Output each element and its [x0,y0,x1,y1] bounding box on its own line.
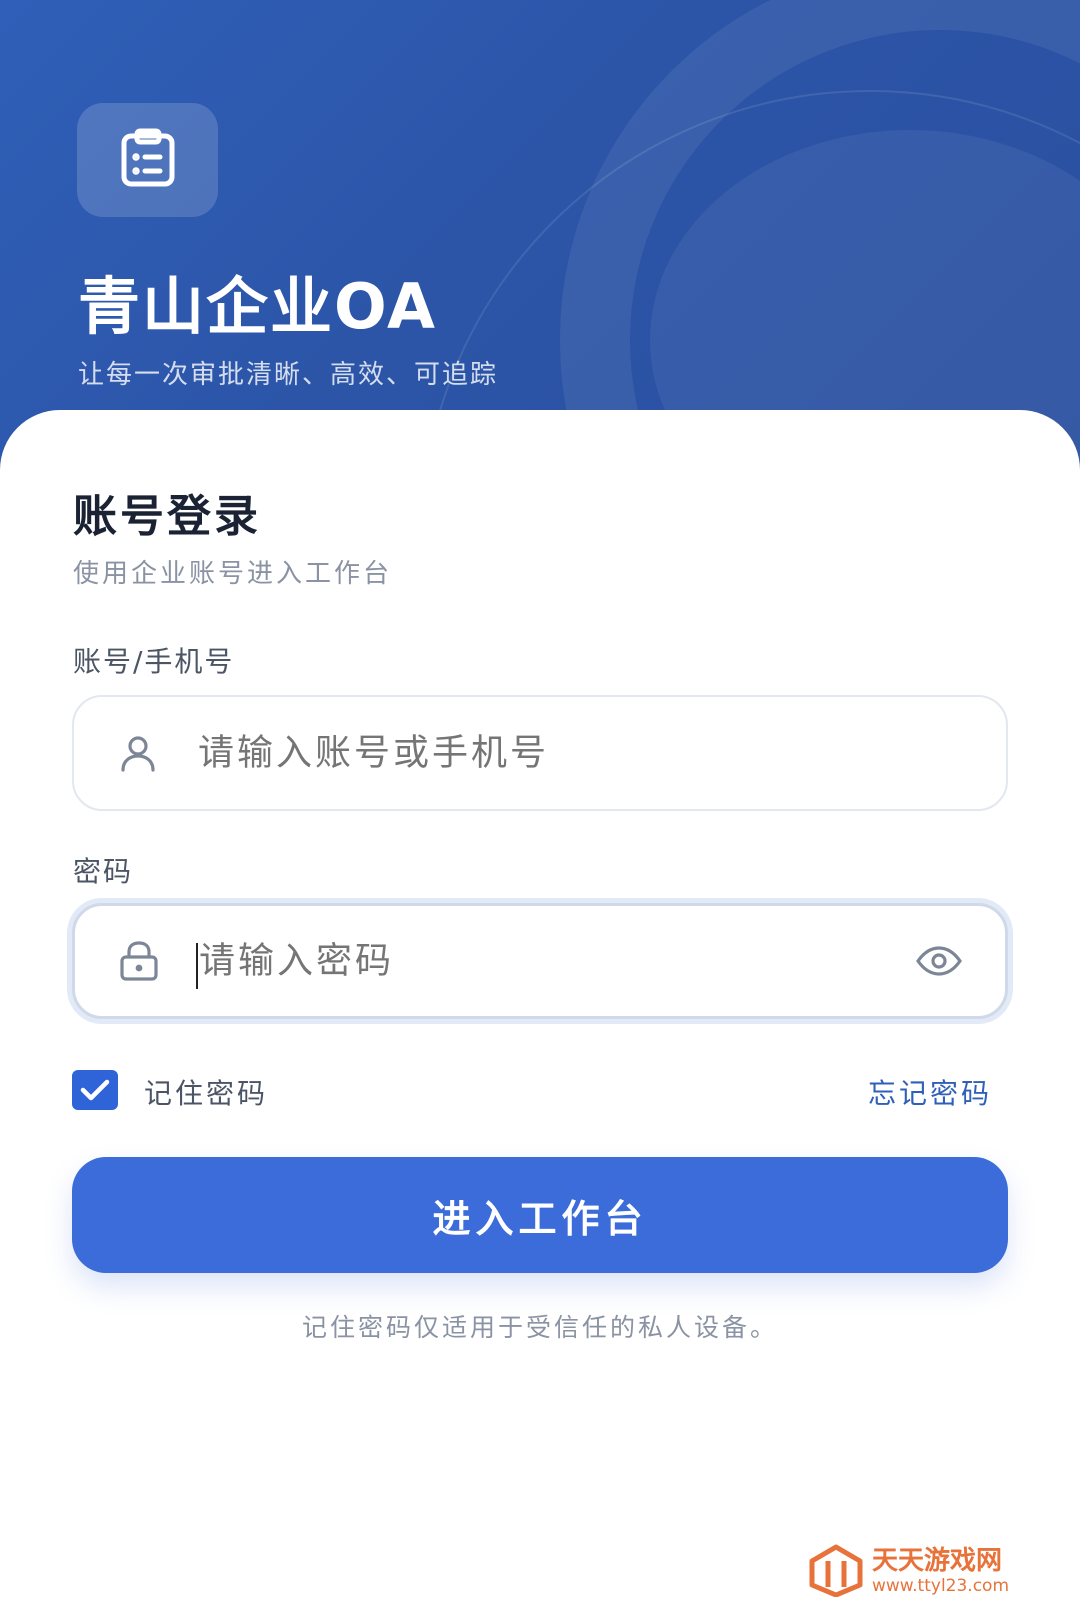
app-logo [77,103,218,217]
submit-button[interactable]: 进入工作台 [72,1157,1008,1273]
app-title: 青山企业OA [78,270,438,343]
security-hint: 记住密码仅适用于受信任的私人设备。 [301,1313,778,1342]
account-field[interactable] [72,695,1008,811]
watermark-url: www.ttyl23.com [872,1576,1010,1596]
watermark-logo-icon [808,1541,864,1601]
eye-icon[interactable] [915,937,963,985]
header-banner: 青山企业OA 让每一次审批清晰、高效、可追踪 [0,0,1080,470]
login-subtitle: 使用企业账号进入工作台 [73,559,393,589]
watermark-title: 天天游戏网 [872,1546,1003,1576]
password-label: 密码 [73,855,134,888]
app-tagline: 让每一次审批清晰、高效、可追踪 [78,360,499,390]
lock-icon [117,939,161,983]
checkmark-icon [80,1079,110,1101]
remember-row: 记住密码 忘记密码 [72,1070,992,1114]
remember-label[interactable]: 记住密码 [144,1072,268,1112]
watermark: 天天游戏网 www.ttyl23.com [808,1540,1034,1602]
remember-checkbox[interactable] [72,1070,118,1110]
text-caret [196,943,198,989]
forgot-password-link[interactable]: 忘记密码 [868,1072,992,1112]
submit-label: 进入工作台 [432,1198,648,1241]
clipboard-icon [120,128,176,192]
account-label: 账号/手机号 [73,645,235,678]
login-title: 账号登录 [73,491,261,542]
account-input[interactable] [198,732,878,774]
password-field[interactable] [72,903,1008,1019]
password-input[interactable] [199,940,879,982]
user-icon [116,731,160,775]
